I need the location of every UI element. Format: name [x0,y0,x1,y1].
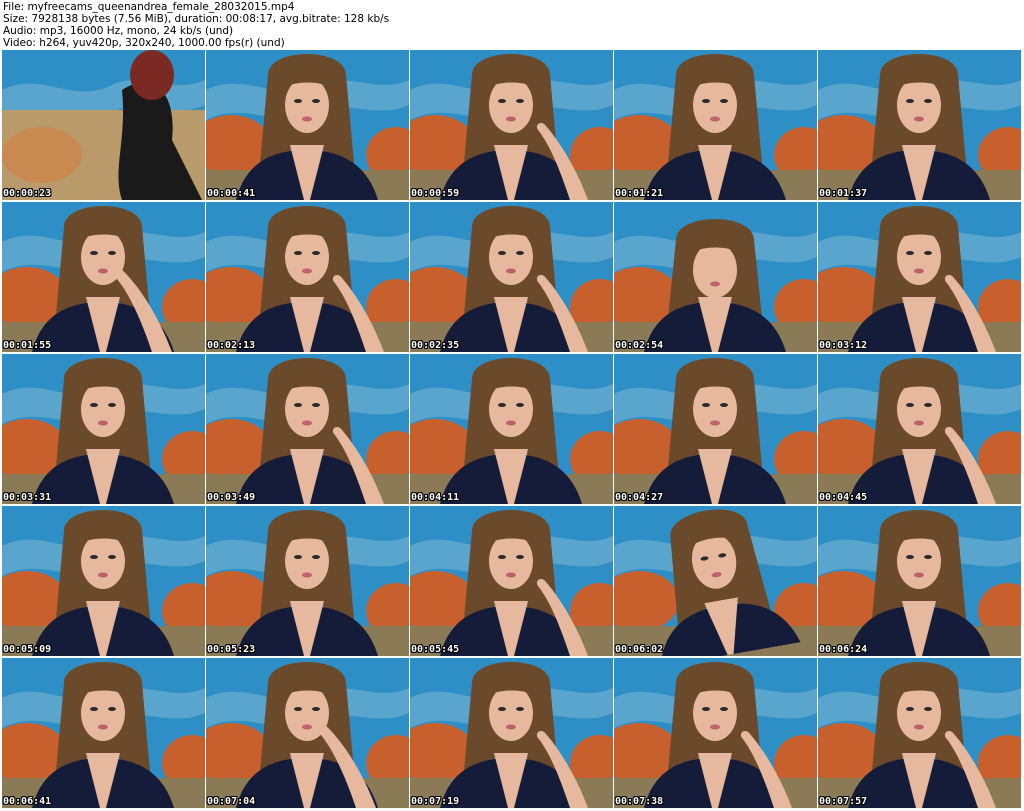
frame-timestamp: 00:07:04 [207,796,256,807]
size-duration-line: Size: 7928138 bytes (7.56 MiB), duration… [3,13,390,25]
video-frame-thumbnail: 00:05:23 [206,506,409,656]
frame-image [410,202,613,352]
video-frame-thumbnail: 00:03:12 [818,202,1021,352]
video-frame-thumbnail: 00:06:24 [818,506,1021,656]
frame-timestamp: 00:07:19 [411,796,460,807]
video-frame-thumbnail: 00:02:13 [206,202,409,352]
frame-image [206,658,409,808]
frame-image [818,658,1021,808]
video-frame-thumbnail: 00:05:09 [2,506,205,656]
video-frame-thumbnail: 00:07:38 [614,658,817,808]
video-frame-thumbnail: 00:02:35 [410,202,613,352]
video-info-header: File: myfreecams_queenandrea_female_2803… [3,1,1021,49]
frame-timestamp: 00:05:09 [3,644,52,655]
video-frame-thumbnail: 00:07:04 [206,658,409,808]
frame-image [818,202,1021,352]
video-frame-thumbnail: 00:05:45 [410,506,613,656]
video-frame-thumbnail: 00:01:37 [818,50,1021,200]
video-frame-thumbnail: 00:03:49 [206,354,409,504]
frame-image [410,354,613,504]
frame-image [614,506,817,656]
frame-image [206,506,409,656]
frame-image [2,354,205,504]
video-frame-thumbnail: 00:06:41 [2,658,205,808]
file-name-line: File: myfreecams_queenandrea_female_2803… [3,1,295,13]
frame-image [206,202,409,352]
video-frame-thumbnail: 00:04:11 [410,354,613,504]
frame-timestamp: 00:06:24 [819,644,868,655]
frame-image [2,658,205,808]
video-frame-thumbnail: 00:00:59 [410,50,613,200]
frame-image [410,658,613,808]
frame-image [206,50,409,200]
video-frame-thumbnail: 00:00:41 [206,50,409,200]
frame-timestamp: 00:02:13 [207,340,256,351]
video-frame-thumbnail: 00:07:19 [410,658,613,808]
frame-timestamp: 00:03:12 [819,340,868,351]
frame-timestamp: 00:05:23 [207,644,256,655]
frame-timestamp: 00:02:54 [615,340,664,351]
frame-timestamp: 00:03:31 [3,492,52,503]
video-frame-thumbnail: 00:00:23 [2,50,205,200]
video-frame-thumbnail: 00:04:27 [614,354,817,504]
frame-timestamp: 00:00:41 [207,188,256,199]
frame-image [2,50,205,200]
frame-timestamp: 00:00:23 [3,188,52,199]
video-frame-thumbnail: 00:02:54 [614,202,817,352]
audio-info-line: Audio: mp3, 16000 Hz, mono, 24 kb/s (und… [3,25,234,37]
frame-timestamp: 00:07:38 [615,796,664,807]
frame-timestamp: 00:06:02 [615,644,664,655]
frame-image [614,354,817,504]
frame-image [206,354,409,504]
video-info-line: Video: h264, yuv420p, 320x240, 1000.00 f… [3,37,285,49]
frame-image [818,50,1021,200]
frame-image [2,506,205,656]
frame-image [818,354,1021,504]
frame-image [614,50,817,200]
frame-timestamp: 00:04:45 [819,492,868,503]
frame-image [818,506,1021,656]
frame-image [614,658,817,808]
frame-timestamp: 00:01:55 [3,340,52,351]
frame-image [614,202,817,352]
video-frame-thumbnail: 00:06:02 [614,506,817,656]
video-frame-thumbnail: 00:01:55 [2,202,205,352]
frame-timestamp: 00:00:59 [411,188,460,199]
video-frame-thumbnail: 00:07:57 [818,658,1021,808]
frame-image [410,506,613,656]
video-frame-thumbnail: 00:04:45 [818,354,1021,504]
frame-timestamp: 00:06:41 [3,796,52,807]
frame-timestamp: 00:04:11 [411,492,460,503]
frame-timestamp: 00:01:37 [819,188,868,199]
frame-image [2,202,205,352]
frame-timestamp: 00:03:49 [207,492,256,503]
frame-timestamp: 00:05:45 [411,644,460,655]
frame-timestamp: 00:01:21 [615,188,664,199]
video-frame-thumbnail: 00:01:21 [614,50,817,200]
frame-timestamp: 00:04:27 [615,492,664,503]
frame-timestamp: 00:02:35 [411,340,460,351]
frame-image [410,50,613,200]
video-frame-thumbnail: 00:03:31 [2,354,205,504]
thumbnail-grid: 00:00:23 00:00:41 00:00:59 00:01:21 00:01:37… [2,50,1022,810]
frame-timestamp: 00:07:57 [819,796,868,807]
